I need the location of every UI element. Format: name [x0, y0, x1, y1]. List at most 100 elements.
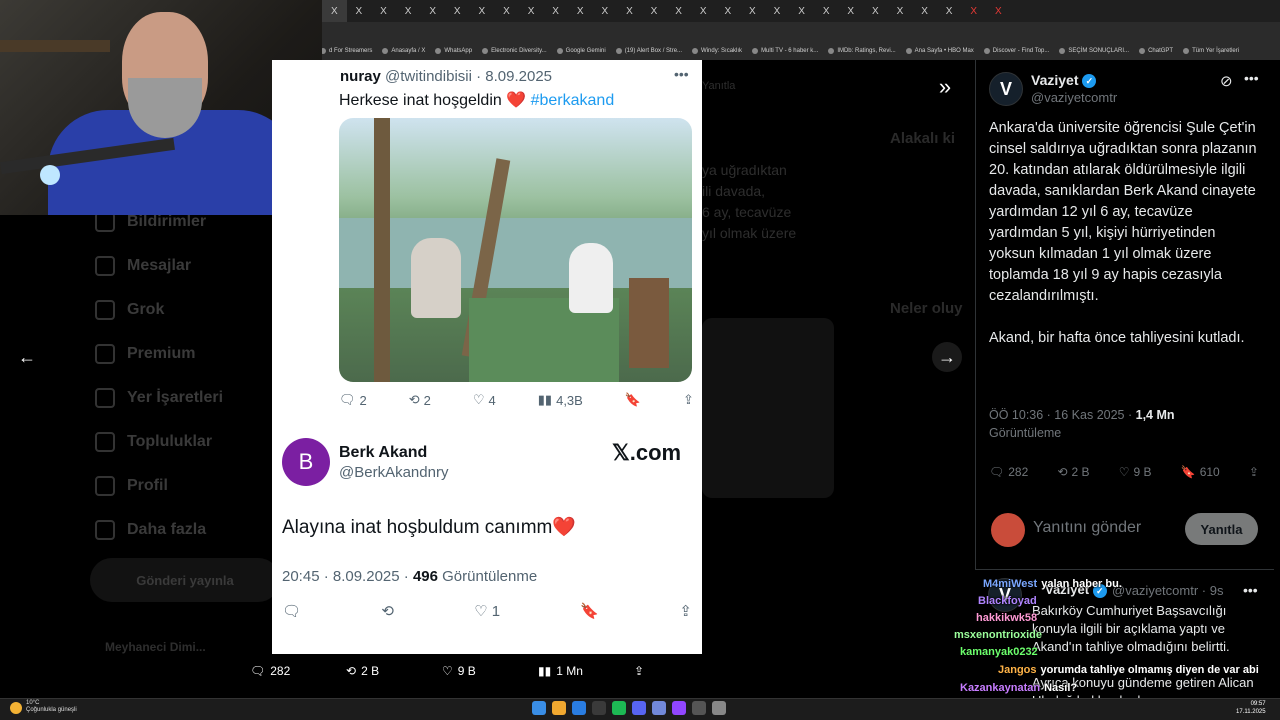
browser-tab[interactable]: X [961, 0, 986, 22]
browser-tab[interactable]: X [740, 0, 765, 22]
taskbar-app-icon[interactable] [692, 701, 706, 715]
grok-icon[interactable]: ⊘ [1220, 72, 1233, 90]
browser-tab[interactable]: X [322, 0, 347, 22]
hashtag-link: #berkakand [530, 92, 615, 109]
sidebar-item[interactable]: Grok [95, 288, 295, 332]
media-like-button[interactable]: ♡ 9 B [442, 664, 538, 678]
like-button[interactable]: ♡ 9 B [1119, 465, 1152, 479]
browser-tab[interactable]: X [568, 0, 593, 22]
system-clock[interactable]: 09:57 17.11.2025 [1236, 700, 1266, 716]
tweet-text: Ankara'da üniversite öğrencisi Şule Çet'… [989, 120, 1257, 346]
retweet-button[interactable]: ⟲ 2 B [1057, 465, 1089, 479]
browser-tab[interactable]: X [666, 0, 691, 22]
more-icon[interactable]: ••• [1243, 582, 1258, 598]
browser-tab[interactable]: X [838, 0, 863, 22]
bookmark-item[interactable]: WhatsApp [435, 48, 472, 54]
browser-tab[interactable]: X [986, 0, 1011, 22]
bookmark-item[interactable]: Discover - Find Top... [983, 48, 1049, 54]
sidebar-item[interactable]: Topluluklar [95, 420, 295, 464]
chat-username: hakkikwk58 [976, 612, 1038, 624]
more-icon[interactable]: ••• [1244, 70, 1259, 86]
browser-tab[interactable]: X [494, 0, 519, 22]
bookmark-item[interactable]: Multi TV - 6 haber k... [752, 48, 818, 54]
bookmark-item[interactable]: (19) Alert Box / Stre... [615, 48, 683, 54]
browser-tab[interactable]: X [617, 0, 642, 22]
browser-tab[interactable]: X [642, 0, 667, 22]
browser-tab[interactable]: X [937, 0, 962, 22]
browser-tab[interactable]: X [814, 0, 839, 22]
next-arrow-icon[interactable]: → [932, 342, 962, 372]
bookmark-button[interactable]: 🔖 610 [1181, 465, 1220, 479]
media-share-button[interactable]: ⇪ [634, 664, 730, 678]
author-handle[interactable]: @vaziyetcomtr [1031, 90, 1117, 105]
retweet-icon: ⟲ [346, 664, 357, 678]
bookmark-item[interactable]: Anasayfa / X [382, 48, 425, 54]
taskbar-app-icon[interactable] [592, 701, 606, 715]
browser-tab[interactable]: X [519, 0, 544, 22]
media-retweet-button[interactable]: ⟲ 2 B [346, 664, 442, 678]
browser-tab[interactable]: X [912, 0, 937, 22]
taskbar-app-icon[interactable] [552, 701, 566, 715]
media-reply-button[interactable]: 🗨 282 [250, 664, 346, 678]
sidebar-profile-name[interactable]: Meyhaneci Dimi... [105, 640, 206, 654]
browser-tab[interactable]: X [371, 0, 396, 22]
taskbar-app-icon[interactable] [532, 701, 546, 715]
browser-tab[interactable]: X [863, 0, 888, 22]
bookmark-item[interactable]: Google Gemini [556, 48, 606, 54]
weather-icon[interactable] [10, 702, 22, 714]
sidebar-item[interactable]: Daha fazla [95, 508, 295, 552]
reply-icon: 🗨 [989, 465, 1005, 479]
bookmark-item[interactable]: ChatGPT [1139, 48, 1173, 54]
bookmark-favicon-icon [905, 48, 912, 54]
bookmark-favicon-icon [983, 48, 990, 54]
browser-tab[interactable]: X [347, 0, 372, 22]
media-views-button[interactable]: ▮▮ 1 Mn [538, 664, 634, 678]
browser-tab[interactable]: X [470, 0, 495, 22]
browser-tab[interactable]: X [593, 0, 618, 22]
tweet-screenshot-image[interactable]: nuray @twitindibisii · 8.09.2025 ••• Her… [272, 60, 702, 654]
post-button[interactable]: Gönderi yayınla [90, 558, 280, 602]
bookmark-item[interactable]: IMDb: Ratings, Revi... [828, 48, 896, 54]
taskbar-app-icon[interactable] [652, 701, 666, 715]
sidebar-item[interactable]: Mesajlar [95, 244, 295, 288]
bookmark-item[interactable]: Ana Sayfa • HBO Max [905, 48, 974, 54]
sidebar-item[interactable]: Profil [95, 464, 295, 508]
browser-tab[interactable]: X [691, 0, 716, 22]
bookmark-item[interactable]: Windy: Sıcaklık [692, 48, 742, 54]
sidebar-item-label: Daha fazla [127, 521, 207, 538]
taskbar-app-icon[interactable] [572, 701, 586, 715]
bookmark-label: (19) Alert Box / Stre... [624, 48, 683, 54]
sidebar-item[interactable]: Yer İşaretleri [95, 376, 295, 420]
avatar[interactable]: V [989, 72, 1023, 106]
bookmark-favicon-icon [1183, 48, 1190, 54]
browser-tab[interactable]: X [445, 0, 470, 22]
browser-tab[interactable]: X [888, 0, 913, 22]
bookmark-label: SEÇİM SONUÇLARI... [1068, 48, 1130, 54]
taskbar-app-icon[interactable] [612, 701, 626, 715]
reply-submit-button[interactable]: Yanıtla [1185, 513, 1258, 545]
bookmark-favicon-icon [828, 48, 835, 54]
reply-view-count: 496 [412, 568, 438, 585]
browser-tab[interactable]: X [716, 0, 741, 22]
taskbar-app-icon[interactable] [712, 701, 726, 715]
browser-tab[interactable]: X [396, 0, 421, 22]
bookmark-item[interactable]: Tüm Yer İşaretleri [1183, 48, 1239, 54]
reply-input[interactable]: Yanıtını gönder [1033, 519, 1141, 537]
author-name[interactable]: Vaziyet ✓ [1031, 72, 1097, 89]
bookmark-item[interactable]: d For Streamers [320, 48, 372, 54]
collapse-panel-icon[interactable]: » [930, 72, 960, 102]
previous-arrow-icon[interactable]: ← [12, 342, 42, 372]
weather-widget[interactable]: 10°C Çoğunlukla güneşli [26, 700, 77, 714]
tweet-timestamp[interactable]: ÖÖ 10:36 · 16 Kas 2025 · [989, 408, 1132, 422]
bookmark-item[interactable]: Electronic Diversity... [482, 48, 547, 54]
sidebar-item[interactable]: Premium [95, 332, 295, 376]
browser-tab[interactable]: X [420, 0, 445, 22]
browser-tab[interactable]: X [543, 0, 568, 22]
bookmark-item[interactable]: SEÇİM SONUÇLARI... [1059, 48, 1129, 54]
browser-tab[interactable]: X [765, 0, 790, 22]
reply-button[interactable]: 🗨 282 [989, 465, 1028, 479]
taskbar-app-icon[interactable] [672, 701, 686, 715]
browser-tab[interactable]: X [789, 0, 814, 22]
share-button[interactable]: ⇪ [1249, 465, 1259, 479]
taskbar-app-icon[interactable] [632, 701, 646, 715]
